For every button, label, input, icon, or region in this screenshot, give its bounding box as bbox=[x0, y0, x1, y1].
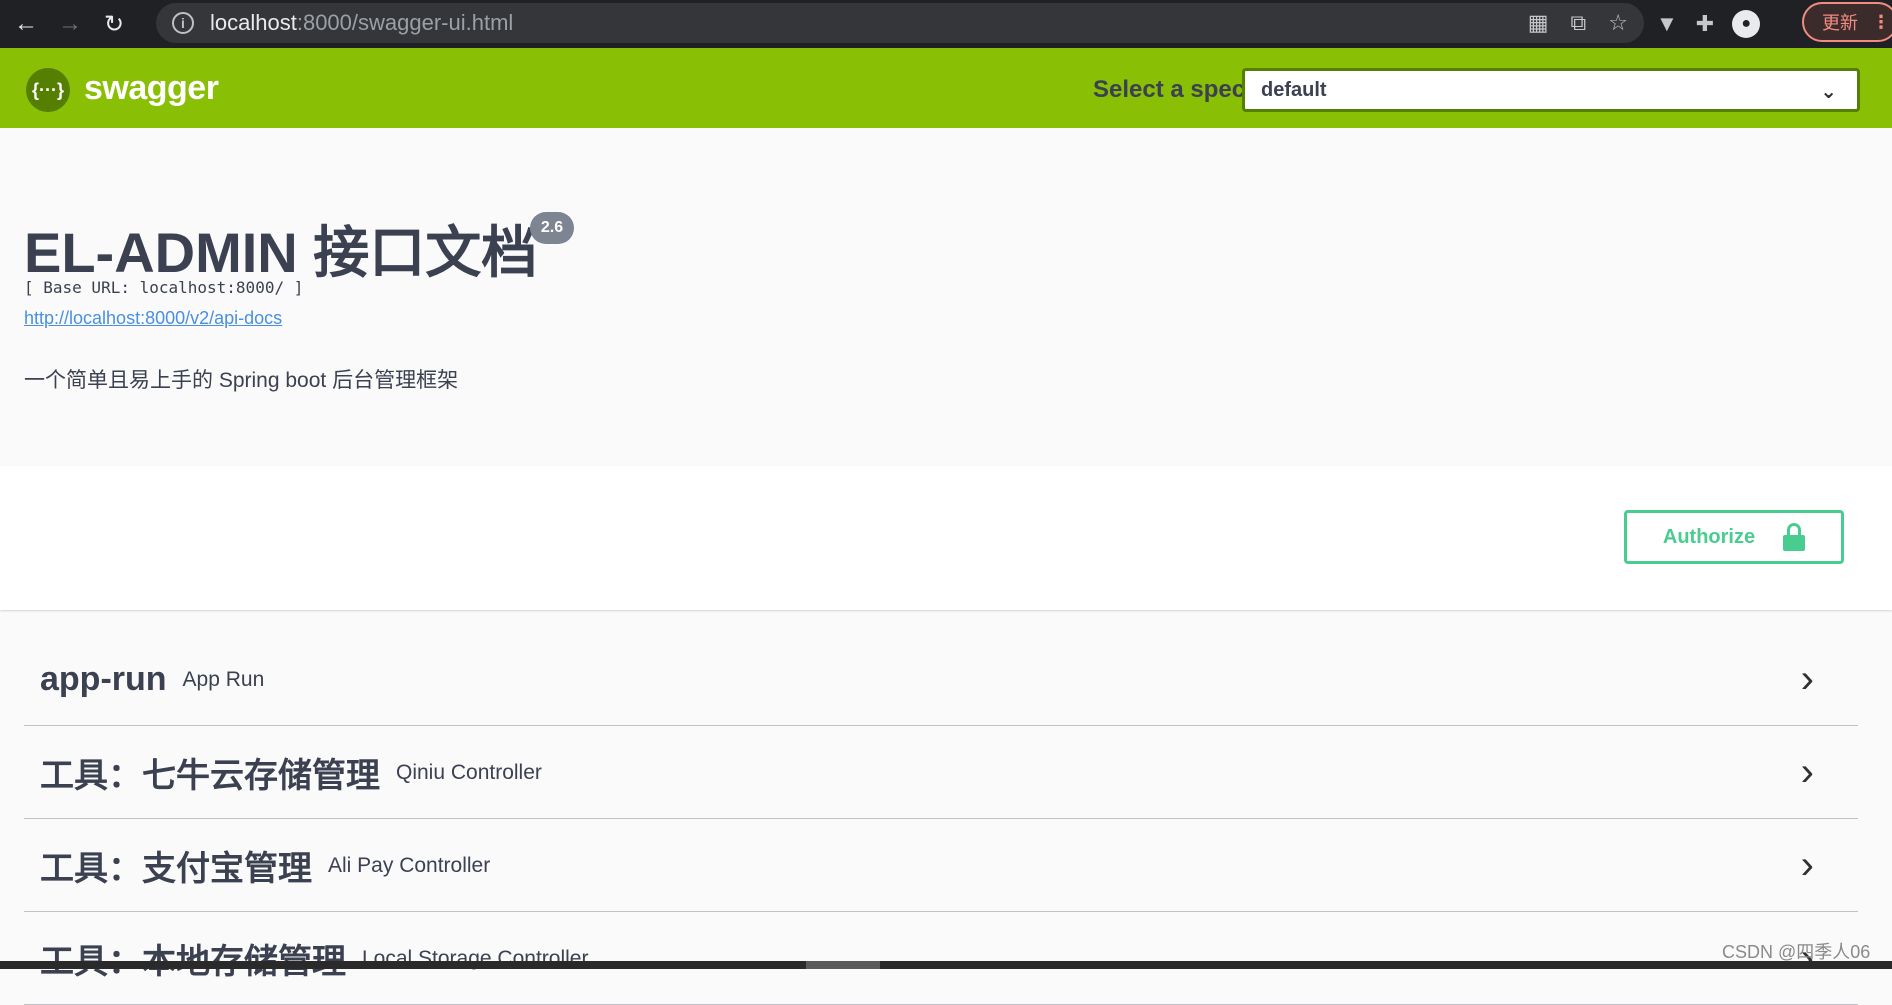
api-docs-link[interactable]: http://localhost:8000/v2/api-docs bbox=[24, 308, 282, 329]
swagger-logo-text[interactable]: swagger bbox=[84, 69, 219, 108]
tag-name: 工具：本地存储管理 bbox=[40, 934, 346, 983]
tag-local-storage[interactable]: 工具：本地存储管理 Local Storage Controller › bbox=[24, 913, 1858, 1005]
url-path: :8000/swagger-ui.html bbox=[296, 10, 514, 35]
browser-toolbar: ← → ↻ i localhost:8000/swagger-ui.html ▦… bbox=[0, 0, 1892, 48]
vue-devtools-icon[interactable]: ▼ bbox=[1656, 11, 1678, 37]
select-spec-label: Select a spec bbox=[1093, 76, 1246, 103]
tag-description: Qiniu Controller bbox=[396, 760, 542, 784]
authorize-button[interactable]: Authorize bbox=[1624, 510, 1844, 564]
extensions-puzzle-icon[interactable]: ✚ bbox=[1696, 11, 1714, 37]
swagger-topbar: {···} swagger Select a spec default ⌄ bbox=[0, 48, 1892, 128]
spec-select[interactable]: default ⌄ bbox=[1242, 68, 1860, 112]
profile-avatar-icon[interactable]: ● bbox=[1732, 10, 1761, 38]
url-text[interactable]: localhost:8000/swagger-ui.html bbox=[210, 10, 513, 36]
address-bar[interactable]: i localhost:8000/swagger-ui.html ▦ ⧉ ☆ bbox=[156, 3, 1644, 43]
tag-name: 工具：支付宝管理 bbox=[40, 850, 312, 888]
bookmark-star-icon[interactable]: ☆ bbox=[1608, 10, 1628, 36]
url-host: localhost bbox=[210, 10, 297, 35]
tag-description: App Run bbox=[182, 667, 265, 691]
chevron-right-icon[interactable]: › bbox=[1801, 657, 1814, 702]
forward-icon[interactable]: → bbox=[52, 6, 88, 42]
spec-selected-value: default bbox=[1261, 78, 1327, 101]
tag-name: app-run bbox=[40, 660, 167, 698]
update-label: 更新 bbox=[1822, 13, 1858, 33]
tag-alipay[interactable]: 工具：支付宝管理 Ali Pay Controller › bbox=[24, 820, 1858, 912]
tag-description: Ali Pay Controller bbox=[328, 853, 491, 877]
back-icon[interactable]: ← bbox=[8, 6, 44, 42]
chevron-right-icon[interactable]: › bbox=[1801, 843, 1814, 888]
site-info-icon[interactable]: i bbox=[172, 12, 194, 34]
scrollbar-thumb[interactable] bbox=[806, 961, 880, 969]
unlock-icon bbox=[1783, 523, 1806, 551]
api-description: 一个简单且易上手的 Spring boot 后台管理框架 bbox=[24, 369, 459, 392]
swagger-logo-icon[interactable]: {···} bbox=[26, 68, 70, 112]
chevron-down-icon: ⌄ bbox=[1820, 81, 1837, 103]
reload-icon[interactable]: ↻ bbox=[96, 6, 132, 42]
base-url-text: [ Base URL: localhost:8000/ ] bbox=[24, 278, 304, 297]
tag-app-run[interactable]: app-run App Run › bbox=[24, 634, 1858, 726]
more-menu-icon[interactable]: ⋮ bbox=[1872, 12, 1890, 33]
authorize-label: Authorize bbox=[1662, 525, 1756, 548]
horizontal-scrollbar[interactable] bbox=[0, 961, 1892, 969]
page-title: EL-ADMIN 接口文档 bbox=[24, 221, 538, 284]
tag-qiniu[interactable]: 工具：七牛云存储管理 Qiniu Controller › bbox=[24, 727, 1858, 819]
chevron-right-icon[interactable]: › bbox=[1801, 750, 1814, 795]
apps-grid-icon[interactable]: ▦ bbox=[1528, 10, 1549, 36]
scheme-container: Authorize bbox=[0, 466, 1892, 610]
update-button[interactable]: 更新 ⋮ bbox=[1802, 2, 1892, 42]
translate-icon[interactable]: ⧉ bbox=[1571, 10, 1587, 36]
tag-name: 工具：七牛云存储管理 bbox=[40, 757, 380, 795]
version-badge: 2.6 bbox=[530, 212, 574, 244]
